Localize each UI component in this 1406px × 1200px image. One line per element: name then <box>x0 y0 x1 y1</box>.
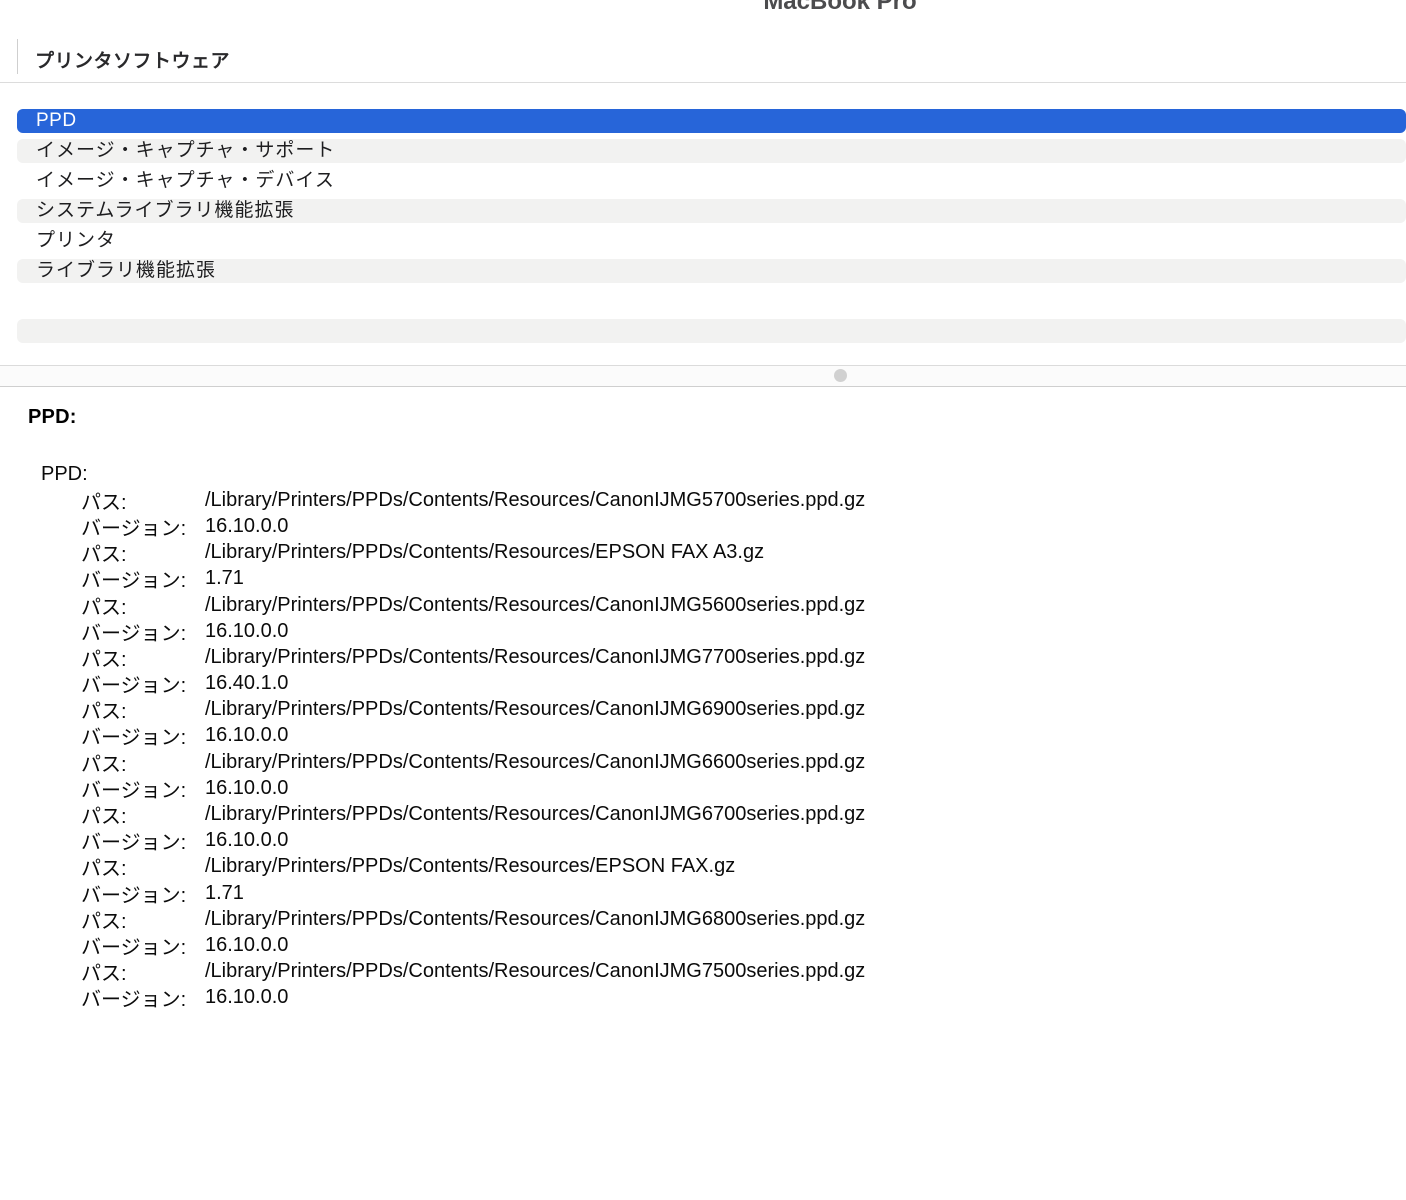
version-label: バージョン: <box>81 884 187 907</box>
path-label: パス: <box>81 753 127 776</box>
ppd-entry-path-line: パス: /Library/Printers/PPDs/Contents/Reso… <box>0 959 1406 985</box>
path-value: /Library/Printers/PPDs/Contents/Resource… <box>205 645 866 668</box>
pane-splitter[interactable] <box>0 365 1406 387</box>
ppd-detail-block: PPD: パス: /Library/Printers/PPDs/Contents… <box>0 461 1406 1012</box>
path-label: パス: <box>81 806 127 829</box>
version-value: 16.40.1.0 <box>205 672 289 695</box>
version-value: 16.10.0.0 <box>205 619 289 642</box>
section-title: プリンタソフトウェア <box>35 51 231 72</box>
version-value: 16.10.0.0 <box>205 776 289 799</box>
ppd-entry-path-line: パス: /Library/Printers/PPDs/Contents/Reso… <box>0 749 1406 776</box>
version-value: 16.10.0.0 <box>205 829 289 852</box>
version-label: バージョン: <box>81 779 187 802</box>
list-item-image-capture-support[interactable]: イメージ・キャプチャ・サポート <box>17 139 1406 163</box>
path-label: パス: <box>81 596 127 619</box>
ppd-entry-path-line: パス: /Library/Printers/PPDs/Contents/Reso… <box>0 906 1406 933</box>
list-item-printers[interactable]: プリンタ <box>17 229 1406 253</box>
machine-model-title: MacBook Pro <box>763 0 917 15</box>
version-label: バージョン: <box>81 936 187 959</box>
version-value: 16.10.0.0 <box>205 986 289 1009</box>
version-value: 1.71 <box>205 567 244 590</box>
ppd-entry-version-line: バージョン: 1.71 <box>0 880 1406 907</box>
path-label: パス: <box>81 648 127 671</box>
ppd-entry-version-line: バージョン: 16.10.0.0 <box>0 828 1406 854</box>
ppd-entry-version-line: バージョン: 16.10.0.0 <box>0 775 1406 802</box>
version-label: バージョン: <box>81 570 187 593</box>
version-value: 16.10.0.0 <box>205 933 289 956</box>
version-value: 16.10.0.0 <box>205 724 289 747</box>
list-item-empty-2 <box>17 319 1406 343</box>
ppd-entry-version-line: バージョン: 16.10.0.0 <box>0 985 1406 1011</box>
path-value: /Library/Printers/PPDs/Contents/Resource… <box>205 488 866 511</box>
version-label: バージョン: <box>81 989 187 1012</box>
path-value: /Library/Printers/PPDs/Contents/Resource… <box>205 855 736 878</box>
ppd-subheading: PPD: <box>41 462 88 485</box>
ppd-entry-path-line: パス: /Library/Printers/PPDs/Contents/Reso… <box>0 644 1406 671</box>
ppd-entry-version-line: バージョン: 16.10.0.0 <box>0 618 1406 645</box>
list-item-library-extensions[interactable]: ライブラリ機能拡張 <box>17 259 1406 283</box>
detail-pane: PPD: PPD: パス: /Library/Printers/PPDs/Con… <box>0 388 1406 1200</box>
ppd-entry-path-line: パス: /Library/Printers/PPDs/Contents/Reso… <box>0 697 1406 723</box>
version-label: バージョン: <box>81 832 187 855</box>
version-value: 16.10.0.0 <box>205 514 289 537</box>
ppd-entry-version-line: バージョン: 16.40.1.0 <box>0 671 1406 697</box>
ppd-entry-path-line: パス: /Library/Printers/PPDs/Contents/Reso… <box>0 540 1406 566</box>
pane-edge-line <box>17 39 18 74</box>
path-label: パス: <box>81 491 127 514</box>
list-item-system-library-extensions[interactable]: システムライブラリ機能拡張 <box>17 199 1406 223</box>
ppd-entry-version-line: バージョン: 1.71 <box>0 566 1406 592</box>
list-item-ppd[interactable]: PPD <box>17 109 1406 133</box>
ppd-entry-path-line: パス: /Library/Printers/PPDs/Contents/Reso… <box>0 592 1406 619</box>
path-value: /Library/Printers/PPDs/Contents/Resource… <box>205 541 765 564</box>
ppd-entry-path-line: パス: /Library/Printers/PPDs/Contents/Reso… <box>0 487 1406 514</box>
list-item-image-capture-devices[interactable]: イメージ・キャプチャ・デバイス <box>17 169 1406 193</box>
path-label: パス: <box>81 963 127 986</box>
path-value: /Library/Printers/PPDs/Contents/Resource… <box>205 750 866 773</box>
path-value: /Library/Printers/PPDs/Contents/Resource… <box>205 960 866 983</box>
path-label: パス: <box>81 544 127 567</box>
path-label: パス: <box>81 701 127 724</box>
path-value: /Library/Printers/PPDs/Contents/Resource… <box>205 698 866 721</box>
version-label: バージョン: <box>81 675 187 698</box>
version-label: バージョン: <box>81 727 187 750</box>
path-label: パス: <box>81 858 127 881</box>
version-label: バージョン: <box>81 517 187 540</box>
detail-heading: PPD: <box>28 406 77 428</box>
ppd-entry-version-line: バージョン: 16.10.0.0 <box>0 723 1406 749</box>
path-value: /Library/Printers/PPDs/Contents/Resource… <box>205 803 866 826</box>
ppd-entry-version-line: バージョン: 16.10.0.0 <box>0 932 1406 959</box>
ppd-entry-path-line: パス: /Library/Printers/PPDs/Contents/Reso… <box>0 854 1406 880</box>
header-divider <box>0 82 1406 83</box>
version-label: バージョン: <box>81 622 187 645</box>
list-item-empty-1 <box>17 289 1406 313</box>
path-value: /Library/Printers/PPDs/Contents/Resource… <box>205 907 866 930</box>
version-value: 1.71 <box>205 881 244 904</box>
path-value: /Library/Printers/PPDs/Contents/Resource… <box>205 593 866 616</box>
software-category-list: PPD イメージ・キャプチャ・サポート イメージ・キャプチャ・デバイス システム… <box>17 109 1406 349</box>
path-label: パス: <box>81 910 127 933</box>
ppd-entry-path-line: パス: /Library/Printers/PPDs/Contents/Reso… <box>0 801 1406 829</box>
ppd-entry-version-line: バージョン: 16.10.0.0 <box>0 513 1406 540</box>
drag-handle-icon[interactable] <box>834 369 847 382</box>
